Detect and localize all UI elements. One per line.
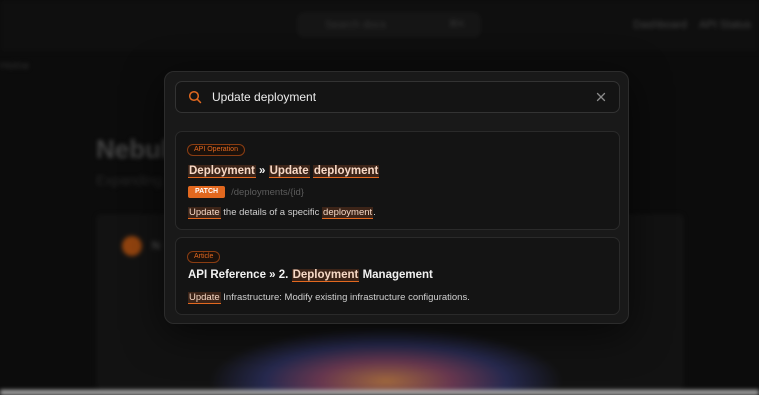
- result-type-badge: Article: [187, 251, 221, 263]
- endpoint-row: PATCH /deployments/{id}: [188, 186, 304, 198]
- result-description: Update Infrastructure: Modify existing i…: [188, 292, 470, 304]
- search-result-item[interactable]: API Operation Deployment » Update deploy…: [175, 131, 620, 230]
- result-title: API Reference » 2. Deployment Management: [188, 269, 433, 282]
- result-type-badge: API Operation: [187, 144, 245, 156]
- highlight-match: Update: [268, 165, 310, 178]
- http-method-badge: PATCH: [188, 186, 226, 198]
- close-icon[interactable]: [595, 91, 607, 103]
- result-description: Update the details of a specific deploym…: [188, 207, 376, 219]
- highlight-match: Update: [188, 292, 221, 304]
- highlight-match: deployment: [322, 207, 374, 219]
- highlight-match: deployment: [312, 165, 380, 178]
- endpoint-path: /deployments/{id}: [231, 186, 304, 198]
- highlight-match: Deployment: [291, 269, 360, 282]
- description-text: the details of a specific: [220, 207, 323, 218]
- title-text: Management: [359, 269, 433, 281]
- description-text: .: [373, 207, 376, 218]
- highlight-match: Deployment: [188, 165, 256, 178]
- search-input[interactable]: [212, 82, 572, 112]
- search-modal: API Operation Deployment » Update deploy…: [164, 71, 629, 324]
- title-text: API Reference » 2.: [188, 269, 292, 281]
- result-title: Deployment » Update deployment: [188, 165, 380, 178]
- title-separator: »: [255, 165, 269, 177]
- description-text: Infrastructure: Modify existing infrastr…: [220, 292, 470, 303]
- search-result-item[interactable]: Article API Reference » 2. Deployment Ma…: [175, 237, 620, 315]
- search-bar: [175, 81, 620, 113]
- highlight-match: Update: [188, 207, 221, 219]
- search-icon: [188, 90, 202, 104]
